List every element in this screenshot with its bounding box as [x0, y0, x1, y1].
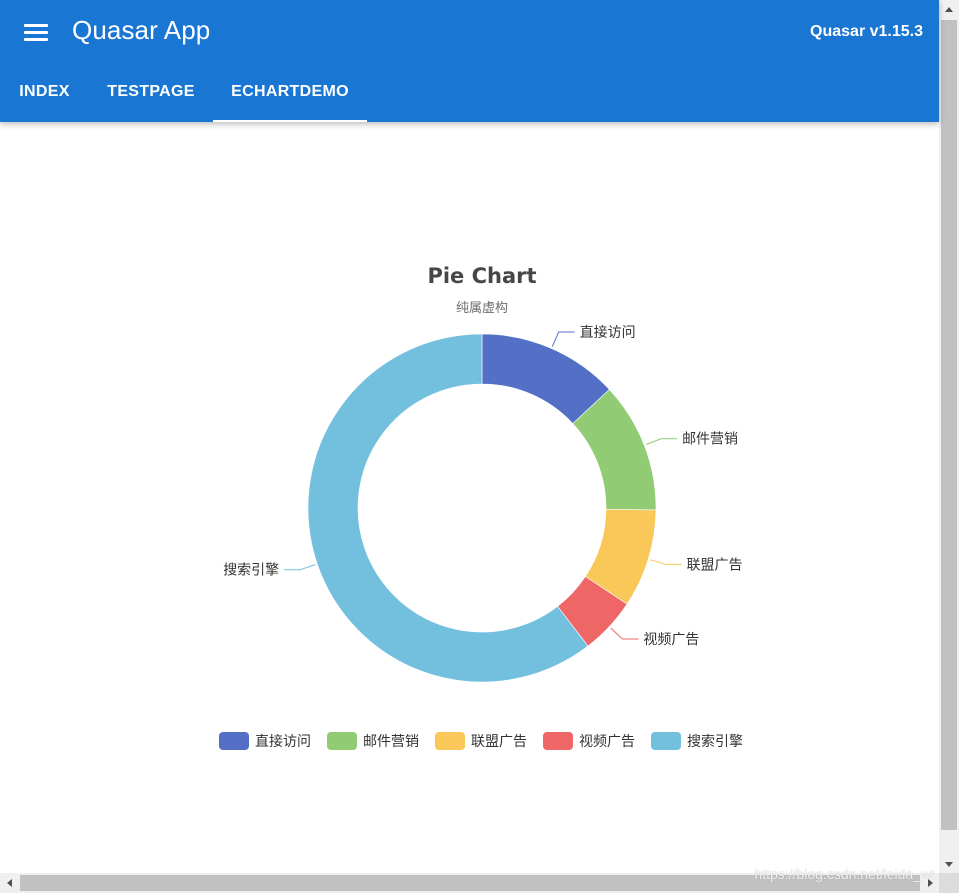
version-label: Quasar v1.15.3 [810, 23, 923, 40]
scroll-down-icon[interactable] [939, 855, 959, 873]
label-leader-line [650, 559, 682, 565]
slice-label: 搜索引擎 [223, 562, 279, 579]
slice-label: 视频广告 [643, 632, 699, 648]
tab-testpage[interactable]: TESTPAGE [89, 62, 213, 122]
pie-chart: Pie Chart 纯属虚构 直接访问邮件营销联盟广告视频广告搜索引擎 直接访问… [219, 264, 743, 750]
scroll-up-icon[interactable] [939, 0, 959, 18]
slice-label: 联盟广告 [687, 557, 743, 573]
hamburger-menu-icon [24, 23, 48, 41]
label-leader-line [551, 331, 575, 347]
watermark: https://blog.csdn.net/leida_wt [754, 866, 935, 882]
tab-bar: INDEX TESTPAGE ECHARTDEMO [0, 62, 367, 122]
tab-echartdemo[interactable]: ECHARTDEMO [213, 62, 367, 122]
vertical-scroll-thumb[interactable] [941, 20, 957, 830]
chart-legend: 直接访问 邮件营销 联盟广告 视频广告 搜索引擎 [219, 732, 743, 750]
label-leader-line [645, 438, 678, 445]
legend-item[interactable]: 搜索引擎 [651, 732, 743, 750]
tab-label: TESTPAGE [107, 83, 195, 100]
legend-item[interactable]: 邮件营销 [327, 732, 419, 750]
label-leader-line [610, 627, 639, 640]
legend-label: 邮件营销 [363, 734, 419, 750]
tab-index[interactable]: INDEX [0, 62, 89, 122]
legend-item[interactable]: 视频广告 [543, 732, 635, 750]
menu-button[interactable] [14, 12, 58, 52]
tab-label: INDEX [19, 83, 70, 100]
tab-label: ECHARTDEMO [231, 83, 349, 100]
legend-item[interactable]: 直接访问 [219, 732, 311, 750]
legend-label: 直接访问 [255, 733, 311, 750]
legend-label: 搜索引擎 [687, 733, 743, 750]
pie-slices [307, 333, 657, 683]
vertical-scrollbar[interactable] [939, 0, 959, 873]
chart-title: Pie Chart [427, 264, 536, 288]
legend-item[interactable]: 联盟广告 [435, 732, 527, 750]
legend-label: 联盟广告 [471, 734, 527, 750]
app-title: Quasar App [72, 15, 211, 45]
legend-swatch [435, 732, 465, 750]
legend-swatch [219, 732, 249, 750]
legend-swatch [543, 732, 573, 750]
scroll-left-icon[interactable] [0, 873, 18, 893]
legend-label: 视频广告 [579, 734, 635, 750]
slice-label: 直接访问 [580, 324, 636, 341]
chart-subtitle: 纯属虚构 [456, 301, 508, 316]
legend-swatch [651, 732, 681, 750]
scrollbar-corner [939, 873, 959, 893]
slice-label: 邮件营销 [682, 432, 738, 448]
app-header: Quasar App Quasar v1.15.3 INDEX TESTPAGE… [0, 0, 939, 122]
active-tab-indicator [213, 120, 367, 122]
label-leader-line [284, 564, 316, 571]
legend-swatch [327, 732, 357, 750]
